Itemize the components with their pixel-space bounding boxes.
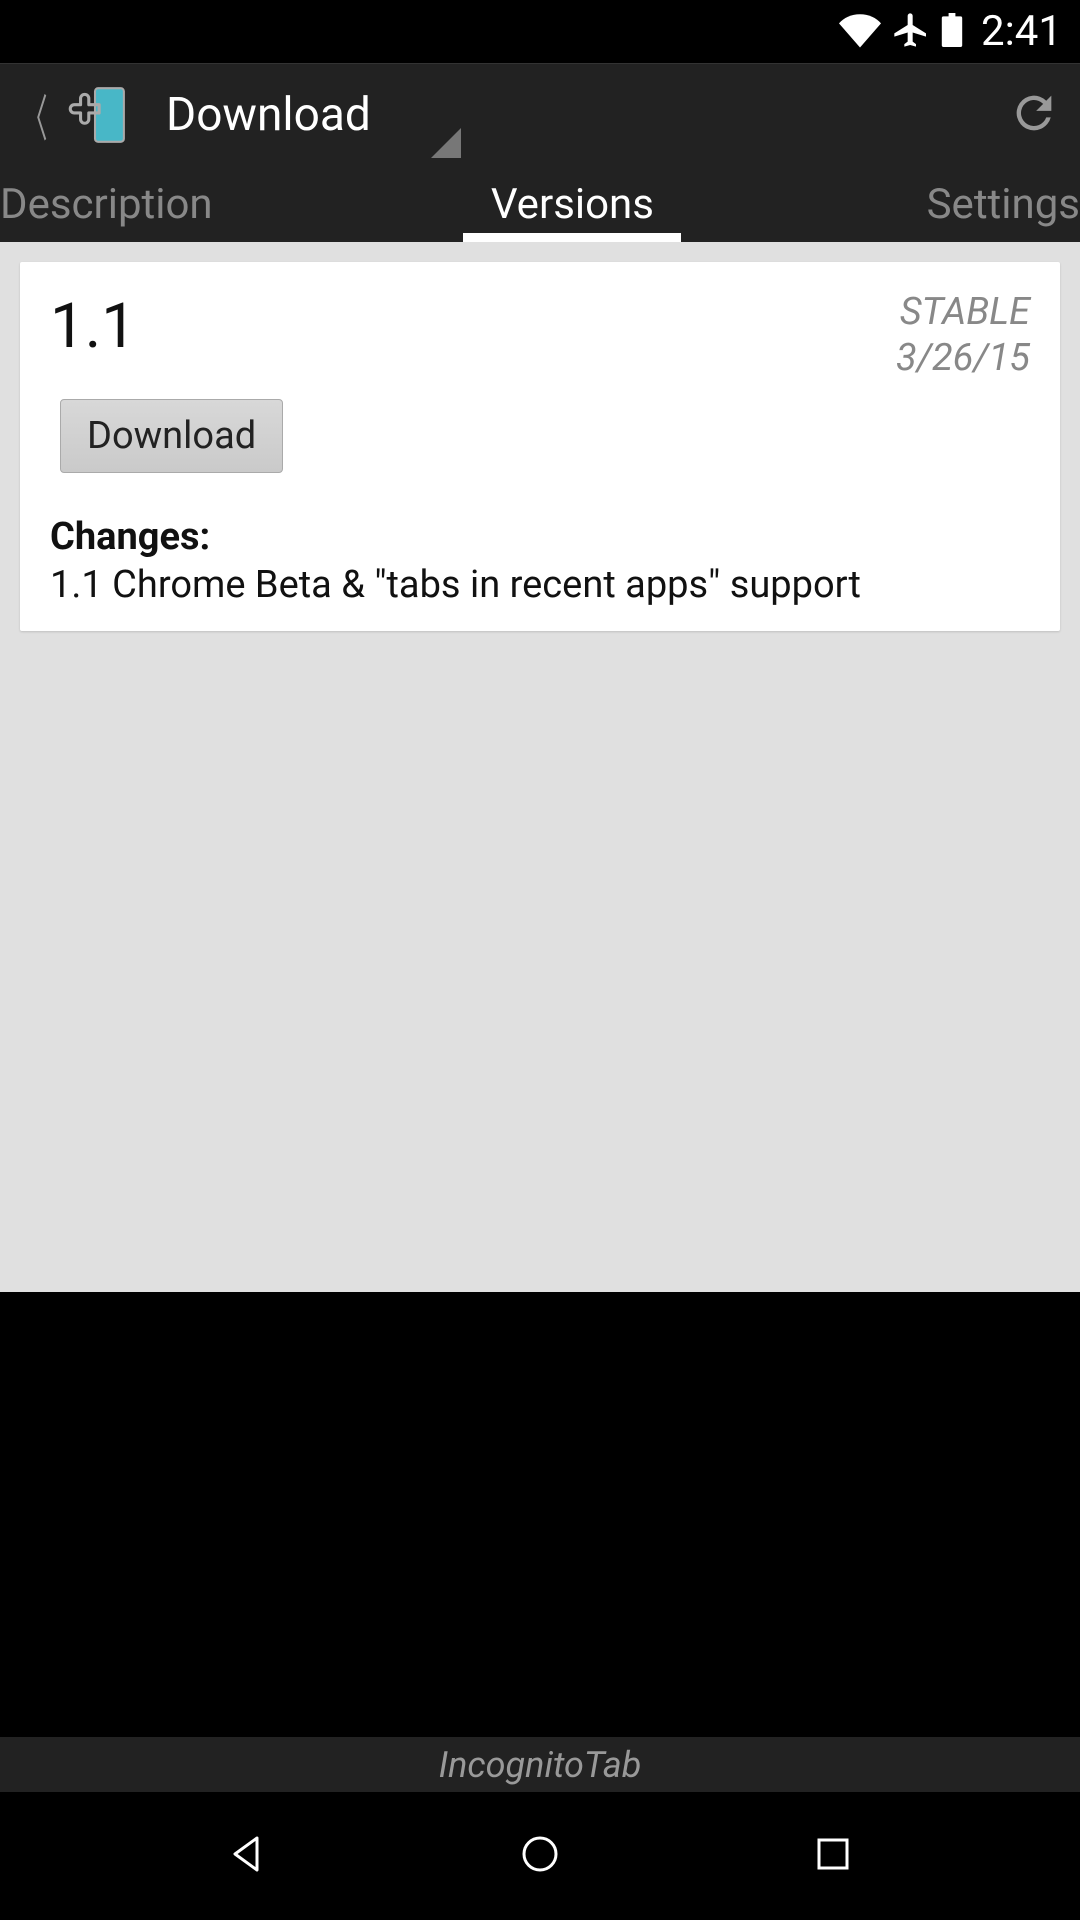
version-number: 1.1: [50, 290, 136, 363]
title-spinner[interactable]: Download: [166, 64, 1008, 166]
tab-bar: Description Versions Settings: [0, 166, 1080, 242]
changes-text: 1.1 Chrome Beta & "tabs in recent apps" …: [50, 563, 1030, 607]
nav-home-button[interactable]: [516, 1830, 564, 1882]
wifi-icon: [839, 9, 881, 55]
app-icon[interactable]: [62, 82, 128, 148]
nav-recent-button[interactable]: [809, 1830, 857, 1882]
version-header: 1.1 STABLE 3/26/15: [50, 290, 1030, 381]
refresh-button[interactable]: [1008, 87, 1060, 143]
tab-label: Description: [0, 180, 213, 229]
airplane-icon: [891, 10, 931, 54]
changes-label: Changes:: [50, 515, 1030, 559]
tab-description[interactable]: Description: [0, 166, 367, 242]
battery-icon: [941, 13, 963, 51]
content-area: 1.1 STABLE 3/26/15 Download Changes: 1.1…: [0, 242, 1080, 1292]
version-card: 1.1 STABLE 3/26/15 Download Changes: 1.1…: [20, 262, 1060, 631]
tab-label: Versions: [491, 180, 654, 229]
dropdown-indicator-icon: [431, 128, 461, 158]
download-button[interactable]: Download: [60, 399, 283, 473]
navigation-bar: [0, 1792, 1080, 1920]
version-channel: STABLE: [896, 290, 1030, 336]
version-date: 3/26/15: [896, 336, 1030, 382]
tab-label: Settings: [927, 180, 1080, 229]
footer-app-name: IncognitoTab: [439, 1744, 642, 1786]
changes-section: Changes: 1.1 Chrome Beta & "tabs in rece…: [50, 515, 1030, 607]
back-icon[interactable]: 〈: [23, 79, 48, 151]
status-bar: 2:41: [0, 0, 1080, 63]
tab-indicator: [463, 233, 681, 242]
tab-settings[interactable]: Settings: [778, 166, 1080, 242]
page-title: Download: [166, 88, 371, 142]
nav-back-button[interactable]: [223, 1830, 271, 1882]
status-clock: 2:41: [981, 7, 1062, 56]
action-bar: 〈 Download: [0, 63, 1080, 166]
footer-bar: IncognitoTab: [0, 1737, 1080, 1792]
tab-versions[interactable]: Versions: [367, 166, 777, 242]
version-meta: STABLE 3/26/15: [896, 290, 1030, 381]
